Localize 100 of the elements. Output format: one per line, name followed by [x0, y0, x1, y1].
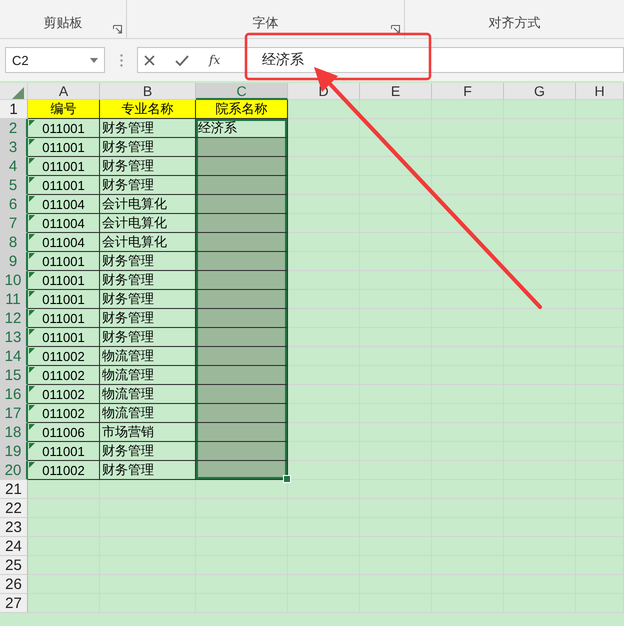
dropdown-caret-icon[interactable] — [90, 58, 98, 62]
table-cell — [432, 404, 504, 423]
table-cell — [288, 138, 360, 157]
table-cell — [288, 480, 360, 499]
table-cell — [432, 347, 504, 366]
row-header[interactable]: 10 — [0, 271, 28, 290]
table-cell — [360, 119, 432, 138]
column-header[interactable]: E — [360, 83, 432, 100]
row-header[interactable]: 8 — [0, 233, 28, 252]
row-header[interactable]: 7 — [0, 214, 28, 233]
table-cell — [288, 157, 360, 176]
row-header[interactable]: 25 — [0, 556, 28, 575]
column-header[interactable]: B — [100, 83, 196, 100]
row-header[interactable]: 3 — [0, 138, 28, 157]
table-cell — [288, 537, 360, 556]
dialog-launcher-icon[interactable] — [391, 25, 400, 34]
table-cell — [504, 157, 576, 176]
table-cell — [576, 518, 624, 537]
table-cell — [504, 309, 576, 328]
row-header[interactable]: 19 — [0, 442, 28, 461]
table-cell — [432, 100, 504, 119]
row-header[interactable]: 2 — [0, 119, 28, 138]
table-cell — [432, 290, 504, 309]
row-header[interactable]: 16 — [0, 385, 28, 404]
ribbon-group-label: 剪贴板 — [44, 14, 82, 32]
column-header[interactable]: F — [432, 83, 504, 100]
table-cell — [360, 138, 432, 157]
table-cell — [288, 271, 360, 290]
table-cell — [28, 556, 100, 575]
row-header[interactable]: 23 — [0, 518, 28, 537]
row-header[interactable]: 15 — [0, 366, 28, 385]
table-cell — [28, 480, 100, 499]
column-header[interactable]: C — [196, 83, 288, 100]
table-cell — [288, 461, 360, 480]
table-cell — [432, 214, 504, 233]
table-cell: 011002 — [28, 385, 100, 404]
column-header[interactable]: A — [28, 83, 100, 100]
table-cell: 011002 — [28, 461, 100, 480]
insert-function-button[interactable]: fx — [209, 53, 220, 67]
table-cell — [576, 442, 624, 461]
table-cell — [360, 157, 432, 176]
row-header[interactable]: 22 — [0, 499, 28, 518]
column-header[interactable]: H — [576, 83, 624, 100]
table-cell: 011002 — [28, 366, 100, 385]
select-all-triangle-icon[interactable] — [12, 86, 24, 98]
table-cell — [576, 157, 624, 176]
table-cell — [432, 385, 504, 404]
table-cell — [288, 252, 360, 271]
name-box[interactable]: C2 — [5, 47, 105, 73]
row-header[interactable]: 11 — [0, 290, 28, 309]
formula-input-field[interactable]: 经济系 — [245, 47, 624, 73]
table-cell — [576, 461, 624, 480]
row-header[interactable]: 14 — [0, 347, 28, 366]
select-all-corner[interactable] — [0, 83, 28, 100]
row-header[interactable]: 13 — [0, 328, 28, 347]
table-cell: 011001 — [28, 271, 100, 290]
table-cell — [432, 157, 504, 176]
row-header[interactable]: 17 — [0, 404, 28, 423]
grip-dots-icon — [120, 54, 122, 66]
row-header[interactable]: 6 — [0, 195, 28, 214]
table-cell — [288, 385, 360, 404]
row-header[interactable]: 1 — [0, 100, 28, 119]
dialog-launcher-icon[interactable] — [113, 25, 122, 34]
table-cell — [504, 461, 576, 480]
row-header[interactable]: 9 — [0, 252, 28, 271]
table-cell — [360, 575, 432, 594]
row-header[interactable]: 20 — [0, 461, 28, 480]
table-cell — [432, 271, 504, 290]
row-header[interactable]: 5 — [0, 176, 28, 195]
table-cell — [288, 119, 360, 138]
table-cell — [504, 404, 576, 423]
table-cell — [576, 537, 624, 556]
table-cell: 011004 — [28, 195, 100, 214]
table-cell — [288, 518, 360, 537]
table-cell — [432, 480, 504, 499]
table-cell — [288, 423, 360, 442]
cancel-icon[interactable] — [144, 54, 155, 66]
table-cell — [504, 480, 576, 499]
column-header[interactable]: G — [504, 83, 576, 100]
table-cell — [360, 309, 432, 328]
table-cell: 011002 — [28, 347, 100, 366]
table-cell — [288, 404, 360, 423]
table-cell — [576, 404, 624, 423]
table-cell — [432, 119, 504, 138]
table-cell — [576, 423, 624, 442]
row-header[interactable]: 21 — [0, 480, 28, 499]
table-cell — [432, 461, 504, 480]
row-header[interactable]: 27 — [0, 594, 28, 613]
fill-handle[interactable] — [283, 475, 291, 483]
table-cell: 011001 — [28, 442, 100, 461]
checkmark-icon[interactable] — [175, 54, 189, 66]
header-cell: 编号 — [28, 100, 100, 119]
table-cell — [360, 214, 432, 233]
table-cell: 011001 — [28, 328, 100, 347]
row-header[interactable]: 12 — [0, 309, 28, 328]
row-header[interactable]: 26 — [0, 575, 28, 594]
row-header[interactable]: 18 — [0, 423, 28, 442]
row-header[interactable]: 24 — [0, 537, 28, 556]
table-cell — [360, 385, 432, 404]
row-header[interactable]: 4 — [0, 157, 28, 176]
